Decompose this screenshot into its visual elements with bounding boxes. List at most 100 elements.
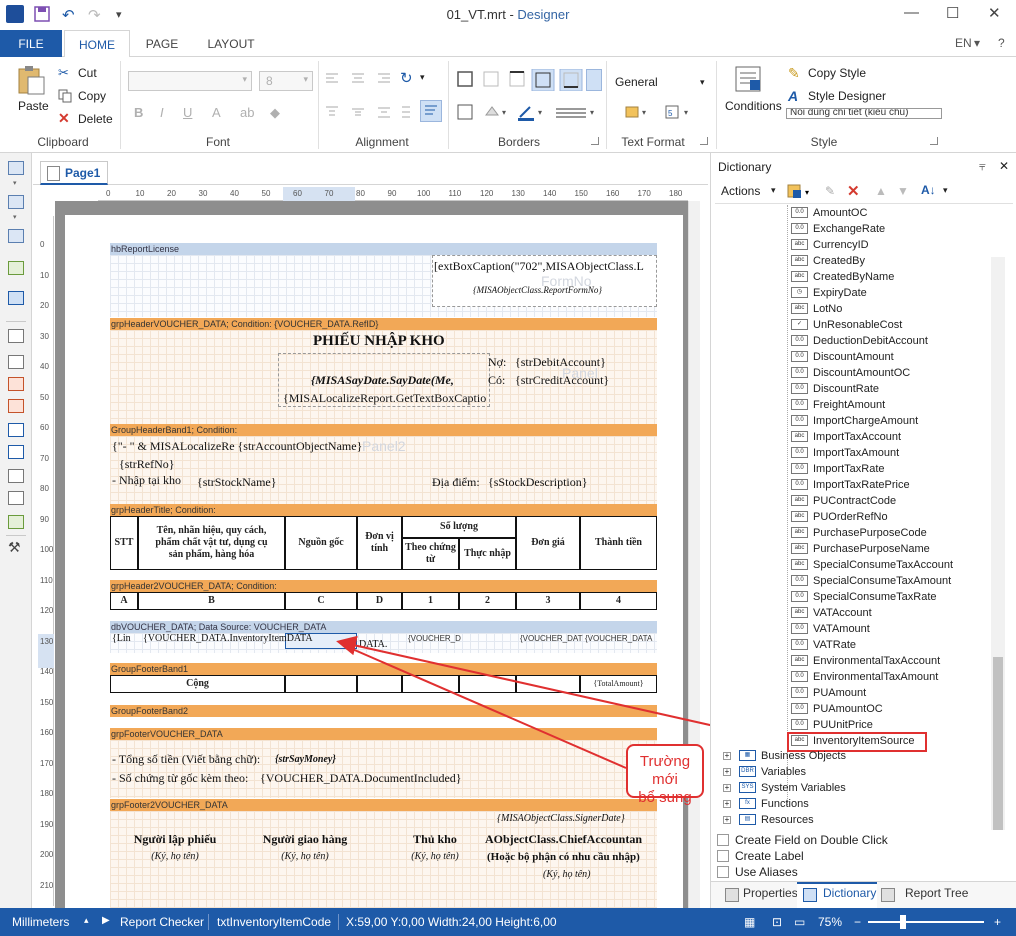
col-amount[interactable]: Thành tiền (580, 516, 657, 570)
band-footer2-header[interactable]: GroupFooterBand2 (110, 705, 657, 717)
tools-icon[interactable]: ⚒ (8, 539, 21, 556)
col-qty-actual[interactable]: Thực nhập (459, 538, 516, 570)
delete-button[interactable]: Delete (78, 112, 113, 126)
expand-icon[interactable]: ▾ (13, 179, 17, 187)
band-footer-voucher[interactable] (110, 740, 657, 798)
account-object[interactable]: {"- " & MISALocalizeRe {strAccountObject… (112, 439, 362, 454)
data-inventory-item-2[interactable]: DATA. (359, 639, 387, 650)
report-canvas[interactable]: hbReportLicense [extBoxCaption("702",MIS… (55, 201, 688, 908)
tab-page[interactable]: PAGE (134, 30, 190, 58)
band-footer-voucher-header[interactable]: grpFooterVOUCHER_DATA (110, 728, 657, 740)
band-license-header[interactable]: hbReportLicense (110, 243, 657, 255)
font-size-combo[interactable]: 8 ▾ (259, 71, 313, 91)
data-line-no[interactable]: {Lin (112, 633, 131, 644)
report-title[interactable]: PHIẾU NHẬP KHO (313, 333, 445, 350)
copy-button[interactable]: Copy (78, 89, 106, 103)
rotate-icon[interactable]: ↻ (400, 69, 413, 87)
total-cell[interactable] (516, 675, 580, 693)
table-icon[interactable] (8, 469, 24, 483)
col-qty-doc[interactable]: Theo chứng từ (402, 538, 459, 570)
delete-item-icon[interactable]: ✕ (847, 182, 860, 200)
text-format-dropdown-icon[interactable]: ▾ (700, 77, 705, 88)
col-name[interactable]: Tên, nhãn hiệu, quy cách, phẩm chất vật … (138, 516, 285, 570)
report-checker-button[interactable]: Report Checker (120, 915, 204, 929)
valign-icons[interactable] (324, 105, 414, 122)
puzzle-icon[interactable] (8, 291, 24, 305)
language-selector[interactable]: EN (955, 36, 972, 50)
expand-icon[interactable]: + (723, 752, 731, 760)
paste-button[interactable]: Paste (18, 99, 49, 113)
font-color-icon[interactable]: A (212, 105, 221, 120)
text-format-combo[interactable]: General (615, 75, 658, 89)
underline-button[interactable]: U (183, 105, 192, 120)
col-unit[interactable]: Đơn vị tính (357, 516, 402, 570)
total-label[interactable]: Cộng (110, 675, 285, 693)
total-amount[interactable]: {TotalAmount} (580, 675, 657, 693)
italic-button[interactable]: I (160, 105, 164, 120)
expand-icon[interactable]: + (723, 784, 731, 792)
bold-button[interactable]: B (134, 105, 143, 120)
tab-page1[interactable]: Page1 (40, 161, 108, 185)
signer-date[interactable]: {MISAObjectClass.SignerDate} (497, 813, 625, 824)
tab-dictionary[interactable]: Dictionary (823, 886, 876, 900)
signer-sub[interactable]: (Ký, họ tên) (240, 851, 370, 862)
zoom-fit-icon[interactable]: ⊡ (772, 915, 782, 929)
data-band-icon[interactable] (8, 445, 24, 459)
signer-role[interactable]: Người giao hàng (240, 832, 370, 847)
zoom-page-icon[interactable]: ▭ (794, 915, 805, 929)
panel-close-icon[interactable]: ✕ (999, 159, 1009, 173)
expand-icon[interactable]: + (723, 800, 731, 808)
band-data-header[interactable]: dbVOUCHER_DATA; Data Source: VOUCHER_DAT… (110, 621, 657, 633)
col-stt[interactable]: STT (110, 516, 138, 570)
chart-icon[interactable] (8, 515, 24, 529)
close-button[interactable]: ✕ (988, 4, 1001, 22)
column-code[interactable]: 1 (402, 592, 459, 610)
style-designer-icon[interactable]: A (788, 88, 798, 104)
zoom-slider[interactable] (868, 921, 984, 923)
image-icon[interactable] (8, 261, 24, 275)
word-wrap-button[interactable] (420, 100, 442, 122)
border-right-button[interactable] (586, 69, 602, 91)
panel-icon[interactable] (8, 423, 24, 437)
border-style-icons[interactable]: ▾ ▾ ▾ (456, 103, 604, 126)
text-format-launcher-icon[interactable] (700, 137, 708, 145)
signer-sub[interactable]: (Ký, họ tên) (370, 851, 500, 862)
data-col-amount[interactable]: {VOUCHER_DATA (585, 634, 652, 643)
license-caption[interactable]: [extBoxCaption("702",MISAObjectClass.L (434, 259, 656, 274)
localize-caption[interactable]: {MISALocalizeReport.GetTextBoxCaptio (283, 391, 486, 406)
column-code[interactable]: 2 (459, 592, 516, 610)
language-dropdown-icon[interactable]: ▾ (974, 36, 980, 50)
option-label[interactable]: Create Label (735, 849, 804, 863)
font-family-combo[interactable]: ▾ (128, 71, 252, 91)
tab-layout[interactable]: LAYOUT (194, 30, 268, 58)
format-icon[interactable]: ▾ 5 ▾ (624, 103, 704, 124)
option-label[interactable]: Create Field on Double Click (735, 833, 888, 847)
zoom-slider-thumb[interactable] (900, 915, 906, 929)
expand-icon[interactable]: + (723, 816, 731, 824)
properties-icon[interactable] (725, 888, 739, 902)
col-origin[interactable]: Nguồn gốc (285, 516, 357, 570)
rotate-dropdown-icon[interactable]: ▾ (420, 72, 425, 83)
cross-bands-icon[interactable] (8, 229, 24, 243)
option-checkbox[interactable] (717, 834, 729, 846)
dictionary-icon[interactable] (803, 888, 817, 902)
total-cell[interactable] (357, 675, 402, 693)
copy-style-icon[interactable]: ✎ (788, 65, 800, 82)
band-header-voucher-header[interactable]: grpHeaderVOUCHER_DATA; Condition: {VOUCH… (110, 318, 657, 330)
sort-icon[interactable]: A↓ (921, 183, 936, 197)
report-page[interactable]: hbReportLicense [extBoxCaption("702",MIS… (65, 215, 683, 908)
restore-button[interactable]: ☐ (946, 4, 959, 22)
column-code[interactable]: C (285, 592, 357, 610)
bands-icon[interactable] (8, 195, 24, 209)
total-cell[interactable] (285, 675, 357, 693)
chief-sub[interactable]: (Hoặc bộ phận có nhu cầu nhập) (487, 851, 640, 863)
option-checkbox[interactable] (717, 866, 729, 878)
column-code[interactable]: A (110, 592, 138, 610)
clear-format-icon[interactable]: ◆ (270, 105, 280, 121)
dictionary-tree[interactable]: 0.0 AmountOC 0.0 ExchangeRate abc CurrencyID a… (711, 205, 1007, 830)
data-inventory-item[interactable]: {VOUCHER_DATA.InventoryItemDATA (143, 633, 313, 644)
column-code[interactable]: 3 (516, 592, 580, 610)
units-selector[interactable]: Millimeters (12, 915, 69, 929)
stock-description[interactable]: {sStockDescription} (488, 475, 588, 490)
copy-icon[interactable] (58, 89, 72, 106)
